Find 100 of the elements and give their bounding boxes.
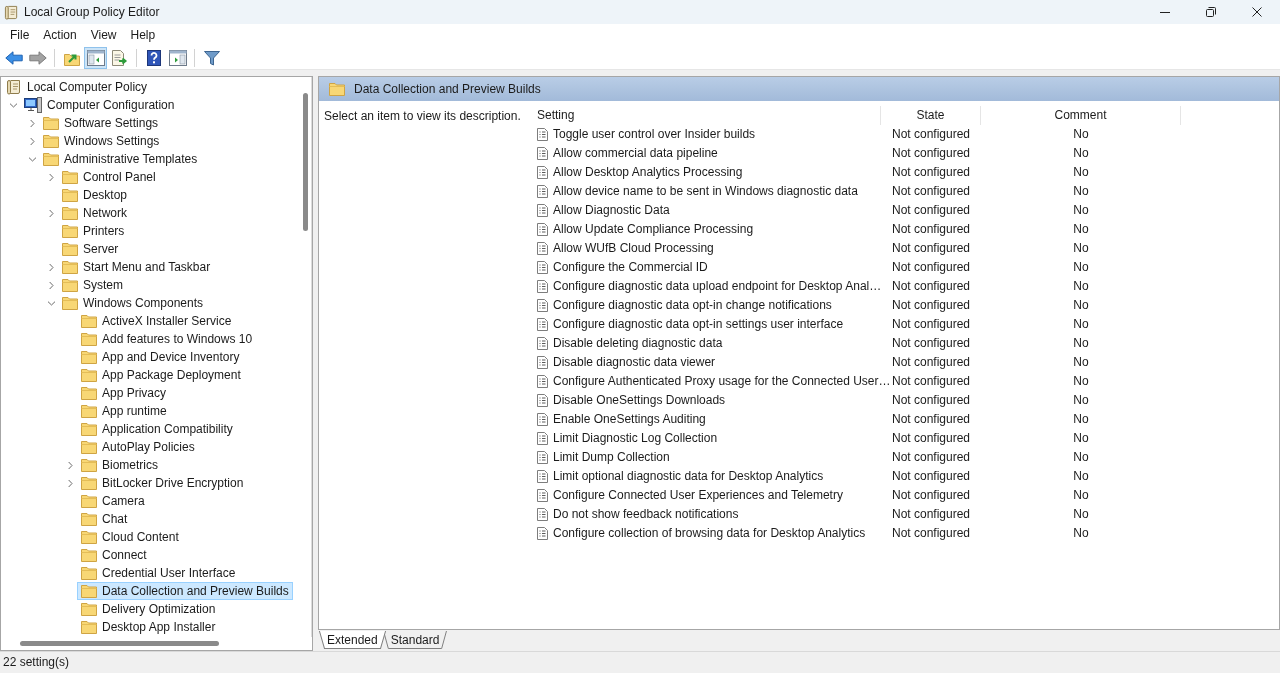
tree-item[interactable]: Camera: [77, 492, 149, 510]
folder-icon: [81, 386, 97, 400]
document-list-icon: [537, 527, 548, 540]
chevron-icon[interactable]: [8, 102, 18, 108]
setting-name: Configure diagnostic data upload endpoint for Desktop Anal…: [553, 279, 882, 294]
folder-icon: [81, 476, 97, 490]
setting-name: Enable OneSettings Auditing: [553, 412, 706, 427]
menu-item[interactable]: View: [83, 25, 124, 45]
setting-name: Allow Diagnostic Data: [553, 203, 670, 218]
tree-item[interactable]: Start Menu and Taskbar: [58, 258, 215, 276]
chevron-icon[interactable]: [29, 118, 35, 128]
tree-item[interactable]: Biometrics: [77, 456, 162, 474]
table-cell-text: Not configured: [891, 468, 972, 485]
tree-item[interactable]: BitLocker Drive Encryption: [77, 474, 248, 492]
table-cell-text: Not configured: [891, 392, 972, 409]
setting-name: Toggle user control over Insider builds: [553, 127, 756, 142]
table-cell-text: No: [1072, 525, 1090, 542]
tree-item[interactable]: Windows Components: [58, 294, 208, 312]
scrollbar-thumb[interactable]: [20, 641, 219, 646]
table-cell-text: No: [1072, 145, 1090, 162]
table-cell-text: Not configured: [891, 297, 972, 314]
tree-item[interactable]: Chat: [77, 510, 132, 528]
table-cell-text: Not configured: [891, 240, 972, 257]
folder-icon: [81, 422, 97, 436]
tree-item[interactable]: Computer Configuration: [20, 96, 179, 114]
table-cell-text: No: [1072, 202, 1090, 219]
tree-item[interactable]: Network: [58, 204, 131, 222]
tree-item[interactable]: Local Computer Policy: [2, 78, 152, 96]
tree-item[interactable]: Administrative Templates: [39, 150, 202, 168]
folder-icon: [81, 440, 97, 454]
setting-name: Limit optional diagnostic data for Desktop Analytics: [553, 469, 824, 484]
tree-item[interactable]: ActiveX Installer Service: [77, 312, 236, 330]
document-list-icon: [537, 489, 548, 502]
tree-item[interactable]: Cloud Content: [77, 528, 183, 546]
chevron-icon[interactable]: [46, 300, 56, 306]
table-cell-text: Not configured: [891, 506, 972, 523]
folder-icon: [43, 116, 59, 130]
table-cell-text: Not configured: [891, 164, 972, 181]
view-tab[interactable]: Extended: [319, 631, 386, 649]
tree-item[interactable]: App and Device Inventory: [77, 348, 244, 366]
table-cell-text: No: [1072, 297, 1090, 314]
chevron-icon[interactable]: [48, 208, 54, 218]
tree-item[interactable]: Software Settings: [39, 114, 163, 132]
tree-item[interactable]: App runtime: [77, 402, 171, 420]
table-cell-text: No: [1072, 487, 1090, 504]
table-cell-text: Not configured: [891, 259, 972, 276]
chevron-icon[interactable]: [48, 262, 54, 272]
tree-item[interactable]: Desktop App Installer: [77, 618, 220, 636]
scrollbar-thumb[interactable]: [303, 93, 308, 231]
table-cell-text: Not configured: [891, 430, 972, 447]
tree-item[interactable]: App Privacy: [77, 384, 171, 402]
tree-item[interactable]: App Package Deployment: [77, 366, 245, 384]
table-cell-text: No: [1072, 221, 1090, 238]
chevron-icon[interactable]: [67, 460, 73, 470]
chevron-icon[interactable]: [27, 156, 37, 162]
folder-icon: [81, 350, 97, 364]
setting-name: Allow Desktop Analytics Processing: [553, 165, 743, 180]
folder-icon: [62, 242, 78, 256]
tree-item[interactable]: Server: [58, 240, 123, 258]
column-header[interactable]: Comment: [981, 106, 1181, 125]
tree-item[interactable]: Credential User Interface: [77, 564, 240, 582]
tree-item[interactable]: Windows Settings: [39, 132, 164, 150]
tree-item[interactable]: Application Compatibility: [77, 420, 237, 438]
folder-icon: [81, 584, 97, 598]
chevron-icon[interactable]: [48, 172, 54, 182]
restore-icon: [1206, 7, 1216, 17]
column-header[interactable]: Setting: [532, 106, 881, 125]
table-cell-text: Not configured: [891, 183, 972, 200]
tree-item[interactable]: Printers: [58, 222, 129, 240]
table-cell-text: No: [1072, 183, 1090, 200]
folder-icon: [62, 296, 78, 310]
folder-icon: [43, 152, 59, 166]
chevron-icon[interactable]: [67, 478, 73, 488]
minimize-icon: [1160, 11, 1170, 13]
folder-icon: [329, 82, 345, 96]
column-header[interactable]: State: [881, 106, 981, 125]
tree-item[interactable]: Data Collection and Preview Builds: [77, 582, 293, 600]
tree-item[interactable]: System: [58, 276, 127, 294]
tree-item[interactable]: Connect: [77, 546, 151, 564]
table-cell-text: No: [1072, 316, 1090, 333]
folder-icon: [62, 170, 78, 184]
menu-item[interactable]: Action: [36, 25, 84, 45]
menu-item[interactable]: File: [3, 25, 37, 45]
chevron-icon[interactable]: [29, 136, 35, 146]
tree-item[interactable]: Control Panel: [58, 168, 160, 186]
computer-icon: [24, 97, 42, 113]
chevron-icon[interactable]: [48, 280, 54, 290]
tree-item[interactable]: Add features to Windows 10: [77, 330, 257, 348]
setting-name: Disable diagnostic data viewer: [553, 355, 716, 370]
table-cell-text: No: [1072, 506, 1090, 523]
document-list-icon: [537, 204, 548, 217]
table-cell-text: Not configured: [891, 316, 972, 333]
setting-name: Allow device name to be sent in Windows diagnostic data: [553, 184, 858, 199]
tree-item[interactable]: Desktop: [58, 186, 132, 204]
menu-item[interactable]: Help: [123, 25, 163, 45]
tree-item[interactable]: AutoPlay Policies: [77, 438, 199, 456]
table-cell-text: Not configured: [891, 354, 972, 371]
table-cell-text: No: [1072, 240, 1090, 257]
tree-item[interactable]: Delivery Optimization: [77, 600, 220, 618]
folder-icon: [81, 566, 97, 580]
